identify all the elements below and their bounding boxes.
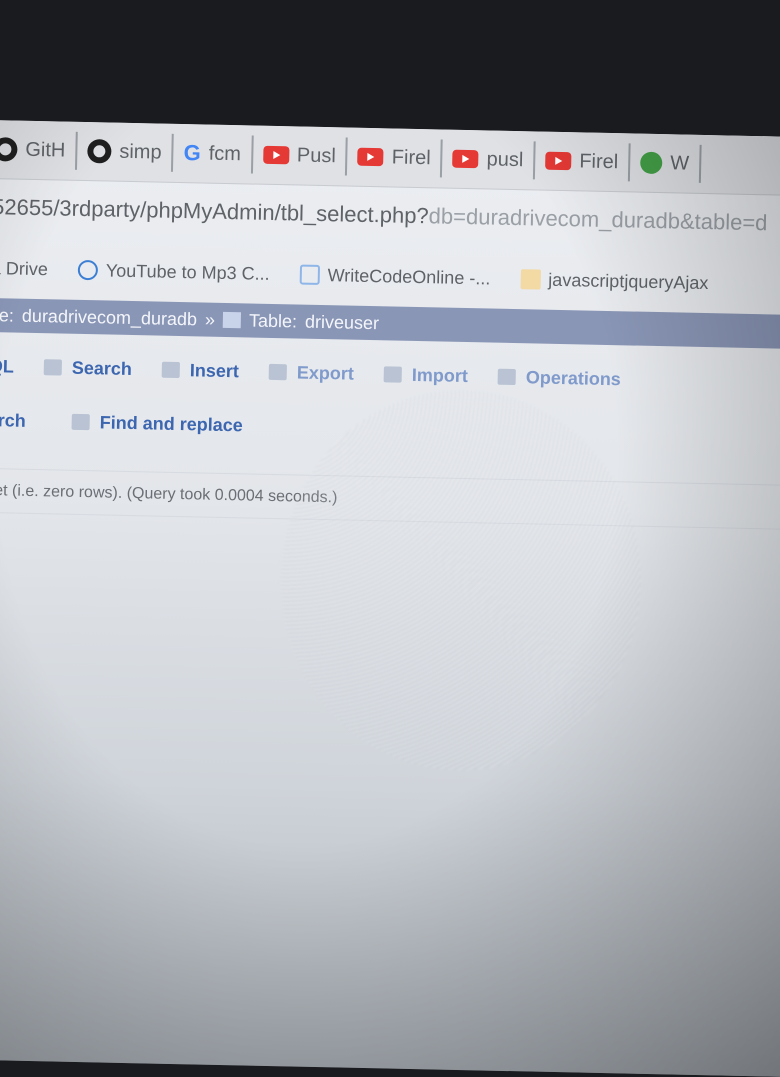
query-result-message: set (i.e. zero rows). (Query took 0.0004… bbox=[0, 482, 338, 507]
tab-label: Pusl bbox=[296, 143, 337, 167]
whatsapp-icon bbox=[639, 151, 663, 175]
breadcrumb: se: duradrivecom_duradb » Table: driveus… bbox=[0, 297, 780, 350]
tab-github-1[interactable]: GitH bbox=[0, 129, 78, 170]
tab-export-label: Export bbox=[296, 361, 355, 384]
tab-sql[interactable]: QL bbox=[0, 356, 14, 378]
tab-youtube-3[interactable]: pusl bbox=[442, 139, 536, 180]
tab-operations[interactable]: Operations bbox=[497, 366, 622, 390]
bookmark-label: a Drive bbox=[0, 257, 49, 279]
tab-insert[interactable]: Insert bbox=[161, 359, 240, 382]
tab-insert-label: Insert bbox=[189, 359, 240, 381]
subtab-search-label: arch bbox=[0, 409, 26, 431]
youtube-icon bbox=[357, 147, 384, 167]
url-query: db=duradrivecom_duradb&table=d bbox=[428, 203, 768, 236]
google-icon: G bbox=[183, 140, 201, 166]
youtube-icon bbox=[452, 149, 479, 169]
youtube-icon bbox=[545, 151, 572, 171]
tab-whatsapp[interactable]: W bbox=[629, 143, 702, 183]
writecode-icon bbox=[299, 264, 320, 285]
tab-label: fcm bbox=[208, 142, 242, 165]
bookmarks-bar: a Drive YouTube to Mp3 C... WriteCodeOnl… bbox=[0, 246, 780, 307]
bookmark-label: javascriptjqueryAjax bbox=[548, 269, 709, 293]
breadcrumb-table[interactable]: driveuser bbox=[305, 311, 379, 334]
tab-youtube-1[interactable]: Pusl bbox=[252, 135, 349, 176]
subtab-search[interactable]: arch bbox=[0, 410, 26, 432]
subtab-find-replace[interactable]: Find and replace bbox=[71, 411, 243, 436]
address-bar[interactable]: 52655/3rdparty/phpMyAdmin/tbl_select.php… bbox=[0, 184, 780, 247]
tab-label: W bbox=[669, 151, 690, 175]
bookmark-writecode[interactable]: WriteCodeOnline -... bbox=[299, 264, 491, 289]
bookmark-folder-js[interactable]: javascriptjqueryAjax bbox=[520, 269, 709, 294]
url-text: 52655/3rdparty/phpMyAdmin/tbl_select.php… bbox=[0, 194, 429, 229]
tab-import-label: Import bbox=[411, 364, 469, 386]
bookmark-label: YouTube to Mp3 C... bbox=[105, 259, 270, 284]
tab-label: GitH bbox=[25, 138, 66, 162]
browser-window: GitH simp G fcm Pusl Firel pusl Firel W bbox=[0, 120, 780, 1077]
wrench-icon bbox=[497, 368, 516, 386]
github-icon bbox=[0, 137, 18, 162]
bookmark-label: WriteCodeOnline -... bbox=[327, 264, 491, 289]
tab-youtube-2[interactable]: Firel bbox=[347, 137, 444, 178]
tab-strip: GitH simp G fcm Pusl Firel pusl Firel W bbox=[0, 120, 780, 196]
tab-label: Firel bbox=[391, 145, 431, 169]
breadcrumb-db-prefix: se: bbox=[0, 304, 15, 326]
breadcrumb-database[interactable]: duradrivecom_duradb bbox=[22, 305, 198, 330]
top-menu: QL Search Insert Export Import Operation… bbox=[0, 342, 780, 407]
tab-label: Firel bbox=[579, 149, 619, 173]
import-icon bbox=[383, 366, 403, 383]
find-replace-icon bbox=[71, 413, 90, 431]
insert-icon bbox=[161, 361, 181, 379]
download-icon bbox=[77, 259, 99, 281]
tab-sql-label: QL bbox=[0, 355, 15, 377]
breadcrumb-table-prefix: Table: bbox=[248, 309, 298, 331]
tab-label: simp bbox=[119, 140, 162, 164]
tab-import[interactable]: Import bbox=[383, 364, 469, 387]
tab-label: pusl bbox=[486, 147, 524, 171]
tab-search[interactable]: Search bbox=[43, 357, 133, 380]
export-icon bbox=[268, 363, 288, 381]
table-icon bbox=[222, 311, 242, 329]
tab-operations-label: Operations bbox=[525, 366, 622, 389]
tab-google-fcm[interactable]: G fcm bbox=[173, 133, 254, 174]
breadcrumb-separator: » bbox=[204, 309, 216, 330]
tab-youtube-4[interactable]: Firel bbox=[534, 141, 631, 182]
youtube-icon bbox=[262, 145, 290, 165]
search-icon bbox=[43, 359, 62, 376]
tab-export[interactable]: Export bbox=[268, 361, 355, 384]
bookmark-drive[interactable]: a Drive bbox=[0, 258, 48, 280]
github-icon bbox=[87, 139, 112, 164]
bookmark-youtube-mp3[interactable]: YouTube to Mp3 C... bbox=[77, 259, 270, 284]
folder-icon bbox=[520, 269, 541, 290]
subtab-find-replace-label: Find and replace bbox=[99, 411, 243, 435]
tab-github-2[interactable]: simp bbox=[76, 131, 174, 172]
tab-search-label: Search bbox=[71, 357, 133, 379]
